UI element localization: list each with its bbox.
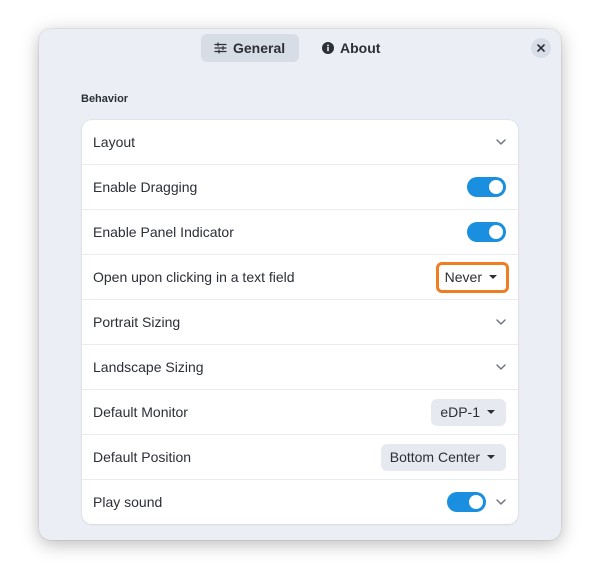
- switch-knob: [489, 180, 503, 194]
- row-label: Enable Dragging: [93, 179, 198, 195]
- row-label: Enable Panel Indicator: [93, 224, 234, 240]
- caret-down-icon: [489, 275, 497, 279]
- play-sound-switch[interactable]: [447, 492, 486, 512]
- close-button[interactable]: [531, 38, 551, 58]
- default-position-dropdown[interactable]: Bottom Center: [380, 443, 506, 471]
- dropdown-value: Never: [444, 269, 482, 285]
- tab-general-label: General: [233, 40, 286, 56]
- close-icon: [537, 44, 545, 52]
- info-icon: [321, 42, 334, 55]
- tab-about[interactable]: About: [308, 34, 396, 62]
- enable-panel-indicator-switch[interactable]: [467, 222, 506, 242]
- tab-general[interactable]: General: [201, 34, 299, 62]
- row-label: Layout: [93, 134, 136, 150]
- switch-knob: [469, 495, 483, 509]
- row-label: Play sound: [93, 494, 163, 510]
- row-label: Open upon clicking in a text field: [93, 269, 295, 285]
- row-play-sound[interactable]: Play sound: [82, 479, 518, 524]
- dropdown-value: eDP-1: [440, 404, 480, 420]
- header-bar: General About: [39, 29, 561, 69]
- enable-dragging-switch[interactable]: [467, 177, 506, 197]
- row-enable-panel-indicator: Enable Panel Indicator: [82, 209, 518, 254]
- tab-about-label: About: [340, 40, 381, 56]
- caret-down-icon: [487, 410, 495, 414]
- row-enable-dragging: Enable Dragging: [82, 164, 518, 209]
- chevron-down-icon[interactable]: [494, 315, 508, 329]
- switch-knob: [489, 225, 503, 239]
- row-label: Portrait Sizing: [93, 314, 181, 330]
- chevron-down-icon[interactable]: [494, 495, 508, 509]
- row-default-monitor: Default Monitor eDP-1: [82, 389, 518, 434]
- default-monitor-dropdown[interactable]: eDP-1: [431, 398, 506, 426]
- dropdown-value: Bottom Center: [389, 449, 480, 465]
- sliders-icon: [214, 42, 227, 55]
- row-open-upon-clicking: Open upon clicking in a text field Never: [82, 254, 518, 299]
- row-layout[interactable]: Layout: [82, 120, 518, 164]
- row-portrait-sizing[interactable]: Portrait Sizing: [82, 299, 518, 344]
- open-upon-clicking-dropdown[interactable]: Never: [435, 261, 509, 293]
- preferences-window: General About Behavior Layout Enable Dra…: [39, 29, 561, 540]
- chevron-down-icon[interactable]: [494, 135, 508, 149]
- row-label: Default Monitor: [93, 404, 188, 420]
- section-title-behavior: Behavior: [81, 93, 129, 105]
- caret-down-icon: [487, 455, 495, 459]
- row-label: Landscape Sizing: [93, 359, 204, 375]
- row-default-position: Default Position Bottom Center: [82, 434, 518, 479]
- behavior-list: Layout Enable Dragging Enable Panel Indi…: [82, 120, 518, 524]
- row-landscape-sizing[interactable]: Landscape Sizing: [82, 344, 518, 389]
- chevron-down-icon[interactable]: [494, 360, 508, 374]
- row-label: Default Position: [93, 449, 192, 465]
